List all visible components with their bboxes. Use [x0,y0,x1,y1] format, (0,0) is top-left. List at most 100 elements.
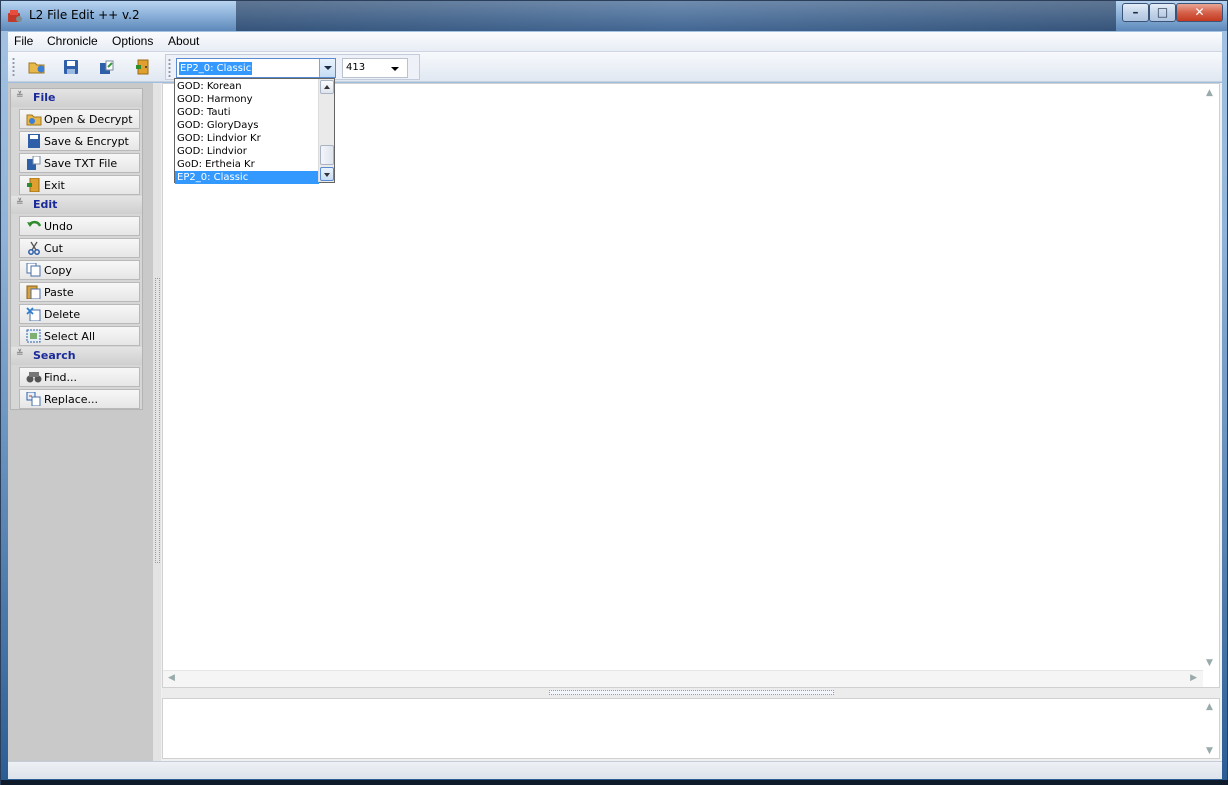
find-button[interactable]: Find... [19,367,140,387]
editor-horizontal-scrollbar[interactable]: ◀ ▶ [163,670,1203,687]
binoculars-icon [26,372,42,383]
copy-button[interactable]: Copy [19,260,140,280]
maximize-button[interactable]: □ [1149,3,1176,22]
scroll-right-icon[interactable]: ▶ [1190,673,1197,683]
paste-button[interactable]: Paste [19,282,140,302]
collapse-chevron-icon: ≚ [16,198,24,208]
collapse-chevron-icon: ≚ [16,349,24,359]
copy-icon [26,263,41,277]
status-bar [8,761,1222,779]
scroll-down-button[interactable] [320,167,334,181]
editor-vertical-scrollbar[interactable]: ▲ ▼ [1202,84,1219,670]
exit-label: Exit [44,179,65,192]
replace-icon [26,392,41,406]
exit-door-icon [27,178,40,192]
chronicle-option[interactable]: GoD: Ertheia Kr [175,158,319,171]
menu-about[interactable]: About [168,34,199,48]
chronicle-option[interactable]: GOD: Harmony [175,93,319,106]
section-file-title: File [33,91,56,104]
delete-label: Delete [44,308,81,321]
find-label: Find... [44,371,78,384]
toolbar-grip-2[interactable] [168,58,171,78]
title-bar[interactable]: L2 File Edit ++ v.2 – □ ✕ [1,1,1227,31]
open-decrypt-button[interactable]: Open & Decrypt [19,109,140,129]
menu-bar: File Chronicle Options About [8,32,1222,52]
open-decrypt-label: Open & Decrypt [44,113,133,126]
exit-button[interactable]: Exit [19,175,140,195]
scroll-down-icon[interactable]: ▼ [1206,658,1213,668]
save-encrypt-label: Save & Encrypt [44,135,129,148]
floppy-icon [28,134,40,148]
toolbar-grip[interactable] [12,57,15,77]
cut-label: Cut [44,242,63,255]
scroll-up-button[interactable] [320,80,334,94]
scroll-up-icon[interactable]: ▲ [1206,702,1213,712]
chronicle-dropdown-list: GOD: Korean GOD: Harmony GOD: Tauti GOD:… [174,78,335,184]
section-edit-header[interactable]: ≚ Edit [11,196,142,214]
save-txt-icon [100,60,114,74]
menu-file[interactable]: File [14,34,33,48]
chronicle-dropdown-button[interactable] [319,59,335,77]
chronicle-option[interactable]: GOD: Lindvior [175,145,319,158]
chronicle-option[interactable]: GOD: Tauti [175,106,319,119]
cut-button[interactable]: Cut [19,238,140,258]
splitter-grip[interactable] [549,690,834,695]
sidebar-splitter[interactable] [152,83,161,761]
chronicle-option[interactable]: GOD: Lindvior Kr [175,132,319,145]
save-encrypt-button[interactable]: Save & Encrypt [19,131,140,151]
scissors-icon [28,241,40,255]
scroll-up-icon[interactable]: ▲ [1206,88,1213,98]
chronicle-select[interactable]: EP2_0: Classic [176,58,336,78]
menu-options[interactable]: Options [112,34,153,48]
save-txt-toolbar-button[interactable] [95,56,119,78]
scroll-left-icon[interactable]: ◀ [168,673,175,683]
section-search-title: Search [33,349,76,362]
select-all-button[interactable]: Select All [19,326,140,346]
section-file-header[interactable]: ≚ File [11,89,142,107]
select-all-icon [26,329,41,343]
delete-icon [26,307,41,321]
select-all-label: Select All [44,330,96,343]
save-txt-button[interactable]: Save TXT File [19,153,140,173]
undo-button[interactable]: Undo [19,216,140,236]
save-encrypt-toolbar-button[interactable] [59,56,83,78]
minimize-button[interactable]: – [1122,3,1149,22]
chronicle-option[interactable]: GOD: GloryDays [175,119,319,132]
close-button[interactable]: ✕ [1176,3,1223,22]
desktop-edge [1,780,1228,785]
chronicle-option-selected[interactable]: EP2_0: Classic [175,171,319,184]
chronicle-select-value: EP2_0: Classic [179,62,253,75]
minimize-icon: – [1132,5,1139,19]
output-splitter[interactable] [162,688,1220,698]
undo-arrow-icon [27,220,42,227]
menu-chronicle[interactable]: Chronicle [47,34,98,48]
splitter-grip[interactable] [155,278,160,563]
paste-label: Paste [44,286,74,299]
protocol-select-value: 413 [346,62,366,73]
replace-label: Replace... [44,393,99,406]
app-window: L2 File Edit ++ v.2 – □ ✕ File Chronicle… [0,0,1228,785]
scroll-thumb[interactable] [320,145,334,165]
open-folder-icon [26,114,42,126]
output-pane[interactable]: ▲ ▼ [162,698,1220,759]
protocol-select[interactable]: 413 [342,58,408,78]
chronicle-option[interactable]: GOD: Korean [175,80,319,93]
delete-button[interactable]: Delete [19,304,140,324]
scroll-down-icon [324,173,330,177]
app-icon [8,10,22,22]
close-icon: ✕ [1194,5,1205,19]
scroll-down-icon[interactable]: ▼ [1206,746,1213,756]
window-title: L2 File Edit ++ v.2 [29,8,140,22]
background-taskbar-blur [236,1,1116,31]
open-decrypt-toolbar-button[interactable] [25,56,49,78]
undo-label: Undo [44,220,73,233]
save-txt-label: Save TXT File [44,157,118,170]
section-search-header[interactable]: ≚ Search [11,347,142,365]
dropdown-scrollbar[interactable] [318,79,334,182]
replace-button[interactable]: Replace... [19,389,140,409]
copy-label: Copy [44,264,72,277]
exit-toolbar-button[interactable] [131,56,155,78]
section-edit-title: Edit [33,198,58,211]
maximize-icon: □ [1156,5,1169,19]
output-vertical-scrollbar[interactable]: ▲ ▼ [1202,699,1219,758]
